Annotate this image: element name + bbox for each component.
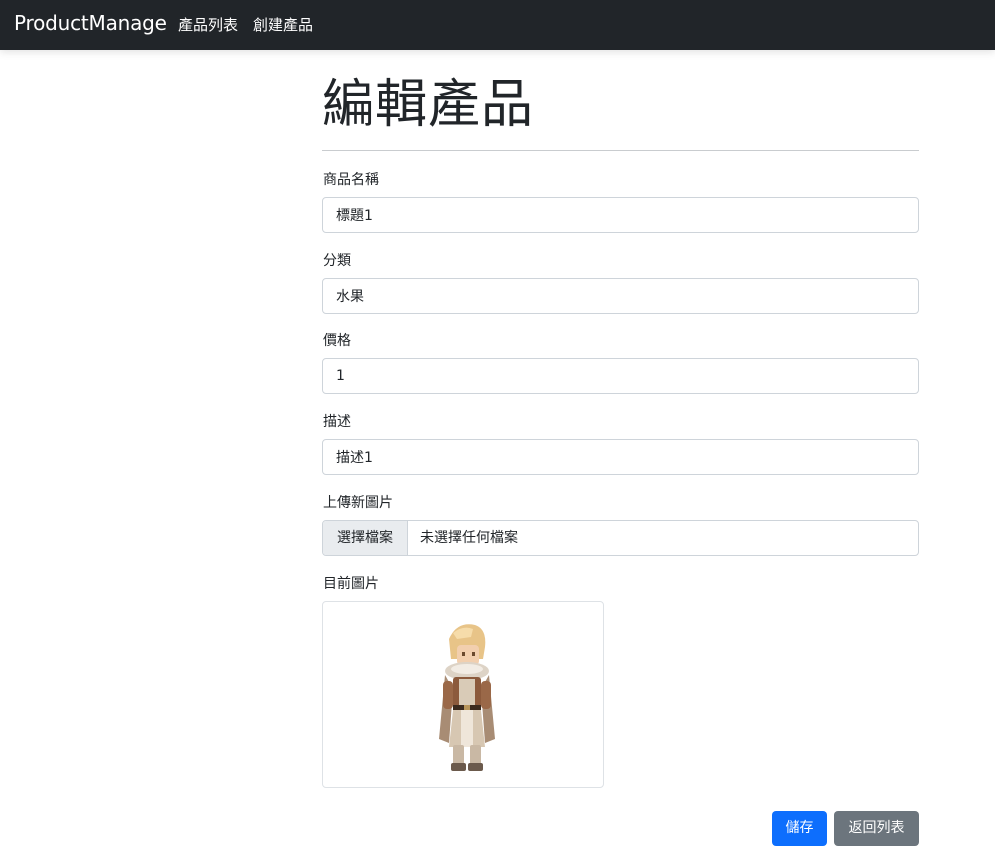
current-image-label: 目前圖片 (323, 576, 379, 592)
brand-link[interactable]: ProductManage (14, 11, 167, 35)
price-input[interactable] (322, 358, 919, 394)
top-navbar: ProductManage 產品列表 創建產品 (0, 0, 995, 50)
category-label: 分類 (323, 253, 351, 269)
product-image (439, 624, 495, 771)
name-input[interactable] (322, 197, 919, 233)
category-input[interactable] (322, 278, 919, 314)
title-divider (322, 150, 919, 151)
page-title: 編輯產品 (322, 75, 535, 135)
nav-link-product-list[interactable]: 產品列表 (178, 14, 238, 35)
file-status-text: 未選擇任何檔案 (420, 530, 518, 546)
price-label: 價格 (323, 333, 351, 349)
description-input[interactable] (322, 439, 919, 475)
name-label: 商品名稱 (323, 172, 379, 188)
upload-label: 上傳新圖片 (323, 495, 393, 511)
current-image-frame (322, 601, 604, 788)
nav-link-create-product[interactable]: 創建產品 (253, 14, 313, 35)
choose-file-button[interactable]: 選擇檔案 (323, 521, 408, 555)
file-upload-input[interactable]: 選擇檔案 未選擇任何檔案 (322, 520, 919, 556)
description-label: 描述 (323, 414, 351, 430)
save-button[interactable]: 儲存 (772, 811, 827, 846)
back-to-list-button[interactable]: 返回列表 (834, 811, 919, 846)
